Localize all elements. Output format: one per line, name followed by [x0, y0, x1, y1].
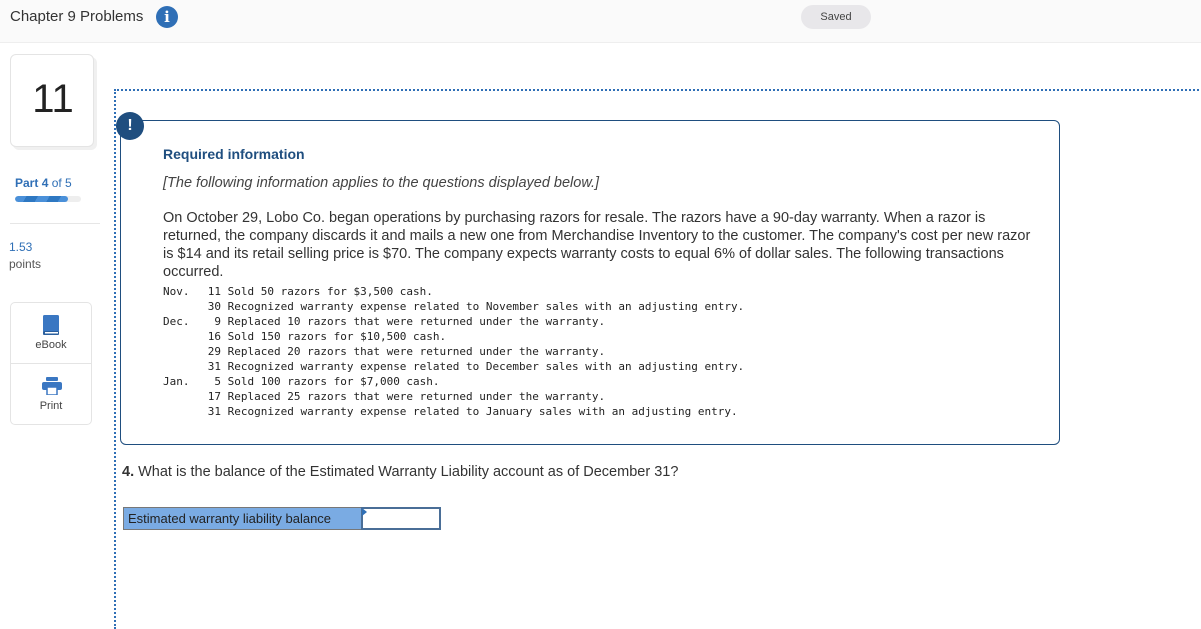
part-current: 4 — [41, 176, 49, 190]
transaction-text: Sold 150 razors for $10,500 cash. — [227, 330, 447, 343]
required-info-title: Required information — [163, 146, 305, 162]
transaction-row: 31 Recognized warranty expense related t… — [163, 404, 744, 419]
top-bar: Chapter 9 Problems i Saved — [0, 0, 1201, 43]
transaction-day: 31 — [207, 405, 221, 418]
required-field-marker-icon — [362, 508, 367, 516]
transaction-text: Replaced 20 razors that were returned un… — [227, 345, 606, 358]
transaction-month: Dec. — [163, 315, 190, 328]
transaction-row: 30 Recognized warranty expense related t… — [163, 299, 744, 314]
part-total: of 5 — [51, 176, 72, 190]
transaction-day: 5 — [214, 375, 221, 388]
ebook-label: eBook — [35, 339, 67, 351]
part-progress-bar — [15, 196, 81, 202]
transaction-text: Sold 100 razors for $7,000 cash. — [227, 375, 440, 388]
answer-row-label: Estimated warranty liability balance — [123, 507, 362, 530]
required-info-body: On October 29, Lobo Co. began operations… — [163, 210, 1031, 280]
print-label: Print — [39, 400, 63, 412]
question-number-card: 11 — [10, 54, 94, 147]
transaction-row: Jan. 5 Sold 100 razors for $7,000 cash. — [163, 374, 744, 389]
question-prompt: 4. What is the balance of the Estimated … — [122, 464, 678, 480]
saved-status-badge: Saved — [801, 5, 871, 29]
transaction-day: 17 — [207, 390, 221, 403]
question-number: 11 — [32, 77, 74, 121]
printer-icon — [42, 377, 62, 395]
transaction-row: 17 Replaced 25 razors that were returned… — [163, 389, 744, 404]
assignment-title: Chapter 9 Problems — [10, 8, 144, 25]
transaction-text: Recognized warranty expense related to J… — [227, 405, 738, 418]
transaction-day: 11 — [207, 285, 221, 298]
transaction-month: Jan. — [163, 375, 190, 388]
transaction-day: 16 — [207, 330, 221, 343]
transactions-list: Nov. 11 Sold 50 razors for $3,500 cash. 30… — [163, 284, 744, 419]
print-button[interactable]: Print — [11, 364, 91, 425]
warranty-liability-balance-input[interactable] — [361, 507, 441, 530]
part-prefix: Part — [15, 176, 39, 190]
transaction-row: Dec. 9 Replaced 10 razors that were retur… — [163, 314, 744, 329]
question-text: What is the balance of the Estimated War… — [134, 464, 679, 480]
part-indicator: Part 4 of 5 — [15, 176, 72, 190]
transaction-text: Replaced 25 razors that were returned un… — [227, 390, 606, 403]
transaction-day: 31 — [207, 360, 221, 373]
transaction-text: Recognized warranty expense related to D… — [227, 360, 745, 373]
transaction-row: 16 Sold 150 razors for $10,500 cash. — [163, 329, 744, 344]
question-number-label: 4. — [122, 464, 135, 480]
transaction-day: 30 — [207, 300, 221, 313]
transaction-day: 29 — [207, 345, 221, 358]
part-progress-fill — [15, 196, 68, 202]
transaction-row: Nov. 11 Sold 50 razors for $3,500 cash. — [163, 284, 744, 299]
book-icon — [43, 315, 59, 335]
points-value: 1.53 — [9, 240, 33, 254]
transaction-month: Nov. — [163, 285, 190, 298]
transaction-text: Replaced 10 razors that were returned un… — [227, 315, 606, 328]
transaction-text: Sold 50 razors for $3,500 cash. — [227, 285, 433, 298]
transaction-row: 31 Recognized warranty expense related t… — [163, 359, 744, 374]
alert-icon: ! — [116, 112, 144, 140]
required-info-subtitle: [The following information applies to th… — [163, 175, 600, 191]
info-icon[interactable]: i — [156, 6, 178, 28]
sidebar-divider — [10, 223, 100, 224]
tools-panel: eBook Print — [10, 302, 92, 425]
points-label: points — [9, 257, 42, 271]
ebook-button[interactable]: eBook — [11, 303, 91, 364]
transaction-day: 9 — [214, 315, 221, 328]
transaction-row: 29 Replaced 20 razors that were returned… — [163, 344, 744, 359]
transaction-text: Recognized warranty expense related to N… — [227, 300, 745, 313]
